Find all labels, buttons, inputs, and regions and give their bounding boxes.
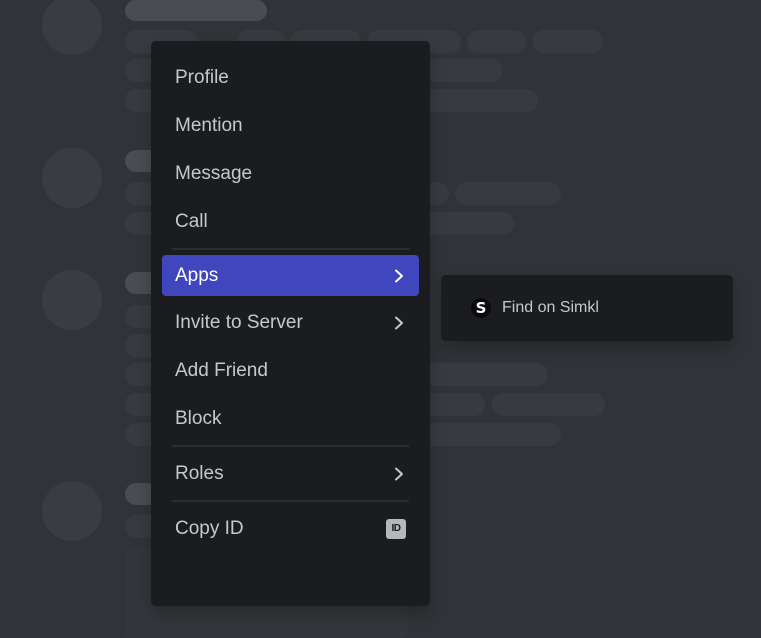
menu-item-roles[interactable]: Roles [162, 452, 419, 495]
avatar-placeholder [42, 148, 102, 208]
chevron-right-icon [392, 269, 406, 283]
menu-item-apps[interactable]: Apps [162, 255, 419, 296]
menu-item-label: Add Friend [175, 359, 268, 381]
user-context-menu: Profile Mention Message Call Apps Invite to S… [151, 41, 430, 606]
menu-item-label: Message [175, 162, 253, 184]
menu-separator [172, 248, 409, 250]
menu-item-label: Apps [175, 264, 219, 286]
message-placeholder [467, 30, 526, 53]
username-placeholder [125, 0, 267, 21]
chevron-right-icon [392, 316, 406, 330]
find-on-simkl-label: Find on Simkl [502, 299, 599, 316]
menu-item-label: Copy ID [175, 517, 244, 539]
menu-item-label: Block [175, 407, 222, 429]
message-placeholder [492, 393, 605, 416]
simkl-icon: S [471, 298, 491, 318]
avatar-placeholder [42, 270, 102, 330]
menu-item-mention[interactable]: Mention [162, 104, 419, 147]
menu-item-label: Mention [175, 114, 243, 136]
menu-item-profile[interactable]: Profile [162, 56, 419, 99]
avatar-placeholder [42, 0, 102, 55]
menu-item-message[interactable]: Message [162, 152, 419, 195]
menu-separator [172, 445, 409, 447]
id-badge-icon: ID [386, 518, 406, 539]
chevron-right-icon [392, 467, 406, 481]
message-placeholder [455, 182, 561, 205]
menu-item-block[interactable]: Block [162, 397, 419, 440]
apps-submenu: S Find on Simkl [441, 275, 733, 341]
menu-item-label: Call [175, 210, 208, 232]
menu-separator [172, 500, 409, 502]
menu-item-label: Roles [175, 462, 224, 484]
menu-item-add-friend[interactable]: Add Friend [162, 349, 419, 392]
find-on-simkl-item[interactable]: S Find on Simkl [451, 287, 723, 329]
menu-item-label: Invite to Server [175, 311, 303, 333]
menu-item-copy-id[interactable]: Copy ID ID [162, 507, 419, 550]
menu-item-call[interactable]: Call [162, 200, 419, 243]
message-placeholder [532, 30, 603, 53]
menu-item-invite-to-server[interactable]: Invite to Server [162, 301, 419, 344]
avatar-placeholder [42, 481, 102, 541]
menu-item-label: Profile [175, 66, 229, 88]
